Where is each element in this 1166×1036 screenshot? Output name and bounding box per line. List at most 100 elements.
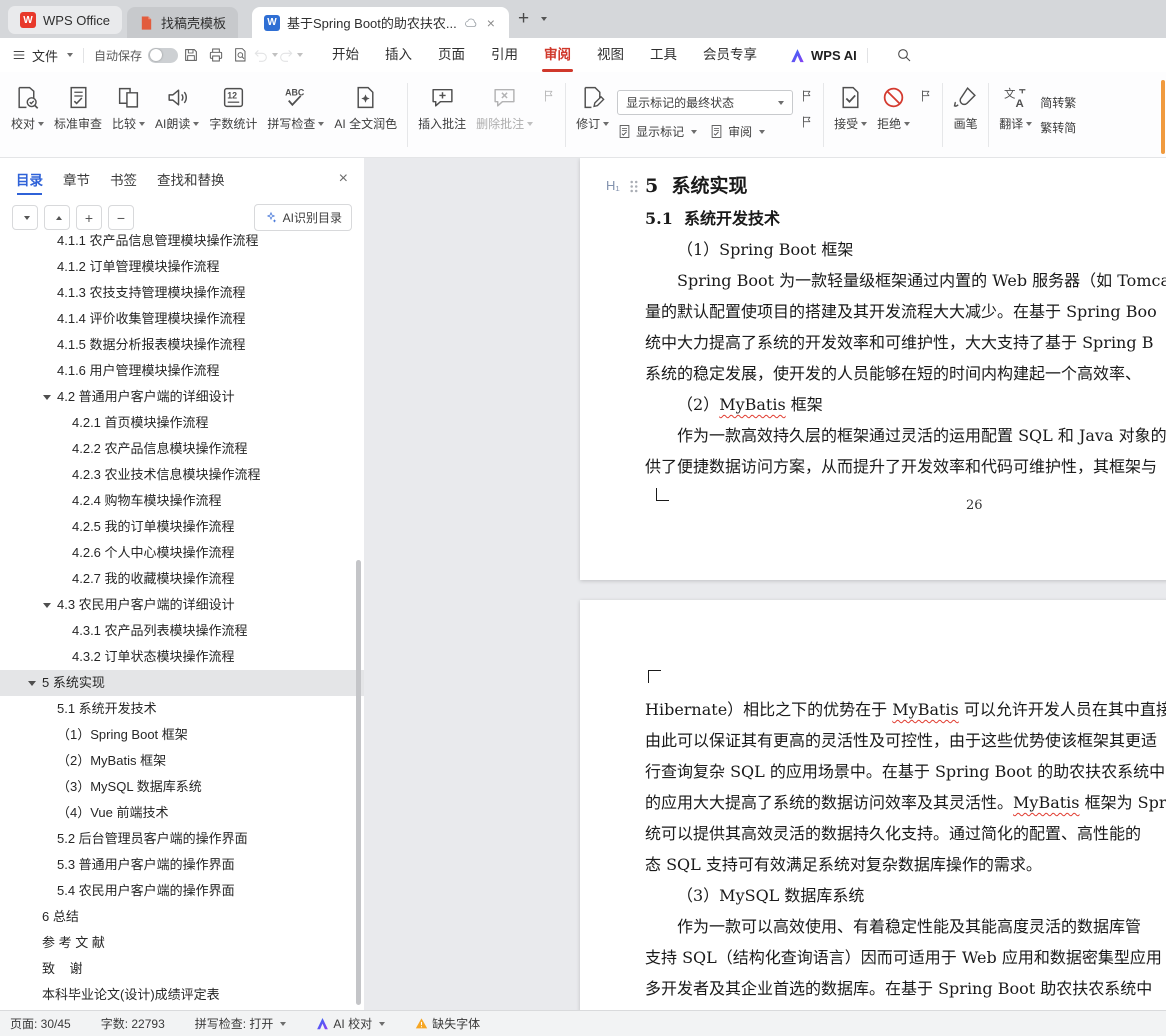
divider (565, 83, 567, 147)
missing-font-warning[interactable]: 缺失字体 (415, 1015, 480, 1032)
proofread-button[interactable]: 校对 (6, 77, 49, 153)
toc-item[interactable]: （4）Vue 前端技术 (0, 800, 364, 826)
document-page-1[interactable]: H₁ 5 系统实现 5.1 系统开发技术 （1）Spring Boot 框架 Sp… (580, 158, 1166, 580)
expand-all-button[interactable] (12, 205, 38, 230)
toc-item[interactable]: （1）Spring Boot 框架 (0, 722, 364, 748)
ink-brush-button[interactable]: 画笔 (948, 77, 983, 153)
toc-item[interactable]: （3）MySQL 数据库系统 (0, 774, 364, 800)
review-pane-button[interactable]: 审阅 (709, 123, 766, 140)
sidebar-tab-目录[interactable]: 目录 (16, 158, 43, 200)
menu-tab-工具[interactable]: 工具 (637, 38, 690, 72)
toc-item[interactable]: 4.1.2 订单管理模块操作流程 (0, 254, 364, 280)
tab-list-button[interactable] (538, 8, 548, 26)
toc-item[interactable]: 4.2.5 我的订单模块操作流程 (0, 514, 364, 540)
traditional-to-simplified-button[interactable]: 繁转简 (1040, 119, 1076, 136)
wps-ai-button[interactable]: WPS AI (790, 48, 857, 63)
translate-button[interactable]: 翻译 (994, 77, 1037, 153)
toc-item[interactable]: 4.2.4 购物车模块操作流程 (0, 488, 364, 514)
toc-item[interactable]: 致 谢 (0, 956, 364, 982)
tab-current-document[interactable]: W 基于Spring Boot的助农扶农... × (251, 7, 509, 38)
reject-button[interactable]: 拒绝 (872, 77, 915, 153)
toc-item[interactable]: 4.2.1 首页模块操作流程 (0, 410, 364, 436)
toc-item[interactable]: 参 考 文 献 (0, 930, 364, 956)
insert-comment-button[interactable]: 插入批注 (413, 77, 471, 153)
menu-tab-引用[interactable]: 引用 (478, 38, 531, 72)
toc-item[interactable]: 5.2 后台管理员客户端的操作界面 (0, 826, 364, 852)
toc-item[interactable]: 本科毕业论文(设计)成绩评定表 (0, 982, 364, 1008)
new-tab-button[interactable]: + (509, 8, 538, 30)
toc-item[interactable]: 4.3 农民用户客户端的详细设计 (0, 592, 364, 618)
zoom-in-outline-button[interactable]: + (76, 205, 102, 230)
close-tab-icon[interactable]: × (485, 14, 497, 32)
file-menu-button[interactable]: 文件 (12, 46, 74, 65)
document-text-line: 量的默认配置使项目的搭建及其开发流程大大减少。在基于 Spring Boo (645, 302, 1157, 321)
menu-tab-会员专享[interactable]: 会员专享 (690, 38, 770, 72)
toc-item[interactable]: 4.1.4 评价收集管理模块操作流程 (0, 306, 364, 332)
menu-tab-开始[interactable]: 开始 (319, 38, 372, 72)
toc-item[interactable]: 4.2.2 农产品信息模块操作流程 (0, 436, 364, 462)
toc-item[interactable]: 4.2.3 农业技术信息模块操作流程 (0, 462, 364, 488)
next-revision-icon[interactable] (798, 113, 816, 131)
chevron-down-icon (318, 121, 325, 126)
toc-item-label: 4.3.1 农产品列表模块操作流程 (72, 623, 248, 638)
ai-proofread-status[interactable]: AI 校对 (316, 1015, 386, 1032)
goto-revision-icon[interactable] (917, 87, 935, 105)
sidebar-scrollbar[interactable] (356, 560, 361, 1005)
menu-tab-视图[interactable]: 视图 (584, 38, 637, 72)
drag-handle-icon[interactable] (629, 179, 638, 198)
toc-item-label: 致 谢 (42, 961, 83, 976)
sidebar-tab-查找和替换[interactable]: 查找和替换 (157, 158, 225, 200)
toc-item[interactable]: 5.3 普通用户客户端的操作界面 (0, 852, 364, 878)
heading-level-marker: H₁ (606, 178, 620, 193)
toc-item[interactable]: 4.1.1 农产品信息管理模块操作流程 (0, 234, 364, 254)
tab-wps-home[interactable]: W WPS Office (8, 6, 122, 34)
toc-item[interactable]: （2）MyBatis 框架 (0, 748, 364, 774)
compare-button[interactable]: 比较 (107, 77, 150, 153)
toc-expand-arrow-icon[interactable] (28, 680, 36, 686)
spellcheck-status[interactable]: 拼写检查: 打开 (195, 1015, 287, 1032)
menu-tab-插入[interactable]: 插入 (372, 38, 425, 72)
toc-item[interactable]: 4.2 普通用户客户端的详细设计 (0, 384, 364, 410)
toc-item[interactable]: 6 总结 (0, 904, 364, 930)
toc-item[interactable]: 4.3.1 农产品列表模块操作流程 (0, 618, 364, 644)
toc-item[interactable]: 5 系统实现 (0, 670, 364, 696)
accept-button[interactable]: 接受 (829, 77, 872, 153)
toc-item[interactable]: 4.1.3 农技支持管理模块操作流程 (0, 280, 364, 306)
search-button[interactable] (896, 47, 912, 63)
spell-check-button[interactable]: 拼写检查 (262, 77, 329, 153)
zoom-out-outline-button[interactable]: − (108, 205, 134, 230)
toc-item[interactable]: 4.3.2 订单状态模块操作流程 (0, 644, 364, 670)
close-panel-icon[interactable]: × (339, 171, 348, 187)
sidebar-tab-章节[interactable]: 章节 (63, 158, 90, 200)
ai-recognize-toc-button[interactable]: AI识别目录 (253, 204, 352, 231)
translate-label: 翻译 (999, 117, 1024, 131)
ai-polish-button[interactable]: AI 全文润色 (329, 77, 402, 153)
tab-docer-template[interactable]: 找稿壳模板 (126, 7, 238, 38)
previous-revision-icon[interactable] (798, 87, 816, 105)
sidebar-tab-书签[interactable]: 书签 (110, 158, 137, 200)
simplified-to-traditional-button[interactable]: 简转繁 (1040, 94, 1076, 111)
toc-item[interactable]: 5.4 农民用户客户端的操作界面 (0, 878, 364, 904)
toc-item[interactable]: 4.2.7 我的收藏模块操作流程 (0, 566, 364, 592)
toc-expand-arrow-icon[interactable] (43, 602, 51, 608)
collapse-all-button[interactable] (44, 205, 70, 230)
ai-read-button[interactable]: AI朗读 (150, 77, 204, 153)
show-markup-button[interactable]: 显示标记 (617, 123, 698, 140)
menu-tab-审阅[interactable]: 审阅 (531, 38, 584, 72)
word-count-button[interactable]: 字数统计 (204, 77, 262, 153)
save-button[interactable] (178, 43, 203, 67)
autosave-toggle[interactable] (148, 47, 179, 63)
print-button[interactable] (203, 43, 228, 67)
print-preview-button[interactable] (228, 43, 253, 67)
ribbon-scroll-indicator[interactable] (1161, 80, 1165, 154)
track-changes-button[interactable]: 修订 (571, 77, 614, 153)
toc-item[interactable]: 4.1.6 用户管理模块操作流程 (0, 358, 364, 384)
toc-item[interactable]: 5.1 系统开发技术 (0, 696, 364, 722)
markup-state-select[interactable]: 显示标记的最终状态 (617, 90, 794, 115)
toc-item[interactable]: 4.2.6 个人中心模块操作流程 (0, 540, 364, 566)
toc-expand-arrow-icon[interactable] (43, 394, 51, 400)
toc-item[interactable]: 4.1.5 数据分析报表模块操作流程 (0, 332, 364, 358)
document-page-2[interactable]: Hibernate）相比之下的优势在于 MyBatis 可以允许开发人员在其中直… (580, 600, 1166, 1010)
menu-tab-页面[interactable]: 页面 (425, 38, 478, 72)
standard-review-button[interactable]: 标准审查 (49, 77, 107, 153)
